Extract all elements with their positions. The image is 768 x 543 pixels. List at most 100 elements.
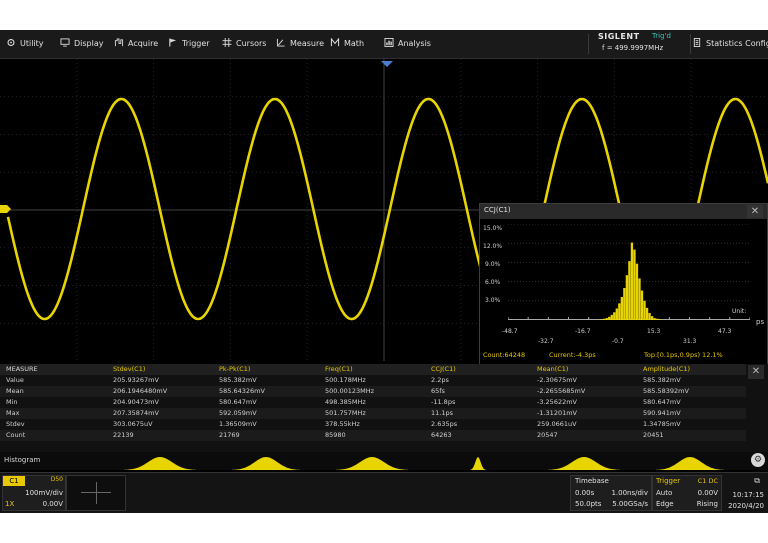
close-icon[interactable]: ✕ [747, 205, 763, 218]
measure-value: 207.35874mV [113, 409, 159, 417]
menu-analysis[interactable]: Analysis [384, 30, 431, 58]
y-tick-label: 15.0% [483, 225, 503, 232]
menu-display[interactable]: Display [60, 30, 104, 58]
histogram-count: Count:64248 [483, 351, 526, 359]
timebase-points: 50.0pts [575, 500, 602, 508]
clock-date: 2020/4/20 [728, 502, 764, 510]
histogram-bar [630, 242, 634, 320]
measure-row-value: Value 205.93267mV 585.382mV 500.178MHz 2.2ps… [0, 375, 746, 386]
histogram-thumbnail [124, 457, 196, 470]
measure-row-count: Count 22139 21769 85980 64263 20547 20451 [0, 430, 746, 441]
measure-value: 498.385MHz [325, 398, 366, 406]
ccj-histogram-window[interactable]: CCJ(C1) ✕ 15.0% 12.0% 9.0% 6.0% 3.0% -48… [479, 203, 768, 365]
measure-value: -11.8ps [431, 398, 456, 406]
timebase-box[interactable]: Timebase 0.00s 1.00ns/div 50.0pts 5.00GS… [570, 475, 652, 511]
trigger-status: Trig'd [652, 32, 671, 40]
histogram-bar [620, 296, 624, 320]
menu-math[interactable]: Math [330, 30, 364, 58]
trigger-position-marker[interactable] [381, 61, 393, 67]
brand-logo: SIGLENT [598, 32, 640, 41]
histogram-bar [618, 303, 621, 320]
trigger-mode: Auto [656, 489, 673, 497]
histogram-bar [613, 312, 616, 320]
histogram-bar [650, 316, 654, 320]
measure-value: 500.178MHz [325, 376, 366, 384]
clock-time: 10:17:15 [732, 491, 764, 499]
measure-value: 2.2ps [431, 376, 449, 384]
statistics-config-button[interactable]: Statistics Config [692, 30, 768, 58]
measure-value: 1.36509mV [219, 420, 257, 428]
column-header[interactable]: Pk-Pk(C1) [219, 364, 250, 375]
measure-value: 378.55kHz [325, 420, 360, 428]
measure-value: 22139 [113, 431, 134, 439]
histogram-title-bar[interactable]: CCJ(C1) ✕ [480, 204, 767, 219]
acquire-icon [114, 38, 124, 47]
measure-value: 585.382mV [219, 376, 257, 384]
measure-value: 85980 [325, 431, 346, 439]
menu-utility[interactable]: Utility [6, 30, 44, 58]
measure-value: 65fs [431, 387, 445, 395]
status-block: SIGLENT Trig'd f = 499.9997MHz [590, 30, 688, 58]
column-header[interactable]: Amplitude(C1) [643, 364, 690, 375]
measure-value: 20547 [537, 431, 558, 439]
histogram-bar [640, 290, 644, 320]
column-header[interactable]: Freq(C1) [325, 364, 353, 375]
x-tick-label: 15.3 [647, 328, 661, 335]
histogram-thumbnail [656, 457, 724, 470]
channel-1-level-marker[interactable] [0, 205, 11, 213]
measure-table: MEASURE Stdev(C1) Pk-Pk(C1) Freq(C1) CCJ… [0, 364, 768, 452]
histogram-bar [655, 318, 659, 320]
trigger-box[interactable]: Trigger C1 DC Auto 0.00V Edge Rising [652, 475, 722, 511]
trigger-slope: Rising [696, 500, 718, 508]
channel-probe: 1X [5, 500, 15, 508]
histogram-bar [625, 275, 629, 320]
histogram-bar [658, 319, 661, 320]
measure-value: 11.1ps [431, 409, 453, 417]
measure-value: -3.25622mV [537, 398, 578, 406]
column-header[interactable]: CCJ(C1) [431, 364, 456, 375]
menu-trigger[interactable]: Trigger [168, 30, 210, 58]
channel-badge: C1 [3, 476, 25, 486]
histogram-bar [653, 318, 656, 320]
close-icon[interactable]: ✕ [748, 365, 764, 379]
measure-value: -2.2655685mV [537, 387, 586, 395]
row-label: Mean [6, 387, 24, 395]
menu-measure[interactable]: Measure [276, 30, 324, 58]
row-label: Stdev [6, 420, 25, 428]
histogram-thumbnail [336, 457, 408, 470]
timebase-scale: 1.00ns/div [611, 489, 648, 497]
measure-value: 501.757MHz [325, 409, 366, 417]
trigger-type: Edge [656, 500, 674, 508]
gear-icon[interactable]: ⚙ [751, 453, 765, 467]
x-tick-label: -32.7 [538, 338, 554, 345]
measure-value: 585.64326mV [219, 387, 265, 395]
menu-separator [588, 34, 589, 54]
config-icon [693, 38, 701, 47]
column-header[interactable]: Stdev(C1) [113, 364, 145, 375]
histogram-bar [643, 300, 646, 320]
add-channel-button[interactable] [66, 475, 126, 511]
histogram-bar [633, 249, 636, 320]
histogram-current: Current:-4.3ps [549, 351, 596, 359]
measure-row-mean: Mean 206.1946480mV 585.64326mV 500.00123MHz… [0, 386, 746, 397]
measure-icon [276, 38, 285, 47]
menu-acquire[interactable]: Acquire [114, 30, 158, 58]
clock: ⧉ 10:17:15 2020/4/20 [722, 475, 766, 510]
measure-value: 1.34785mV [643, 420, 681, 428]
histogram-bar [648, 312, 651, 320]
measure-value: 205.93267mV [113, 376, 159, 384]
menu-bar: Utility Display Acquire Trigger Cursors … [0, 30, 768, 59]
column-header[interactable]: Mean(C1) [537, 364, 568, 375]
x-tick-label: -48.7 [502, 328, 518, 335]
channel-1-box[interactable]: C1 D50 100mV/div 1X 0.00V [2, 475, 66, 511]
histogram-strip: Histogram [0, 452, 768, 470]
measure-row-stdev: Stdev 303.0675uV 1.36509mV 378.55kHz 2.635ps… [0, 419, 746, 430]
x-tick-label: 47.3 [718, 328, 732, 335]
menu-cursors[interactable]: Cursors [222, 30, 266, 58]
measure-value: 592.059mV [219, 409, 257, 417]
unit-value: ps [756, 318, 765, 326]
histogram-top: Top:[0.1ps,0.9ps) 12.1% [644, 351, 723, 359]
cursors-icon [222, 38, 232, 47]
histogram-bar [638, 278, 641, 320]
row-label: Max [6, 409, 20, 417]
